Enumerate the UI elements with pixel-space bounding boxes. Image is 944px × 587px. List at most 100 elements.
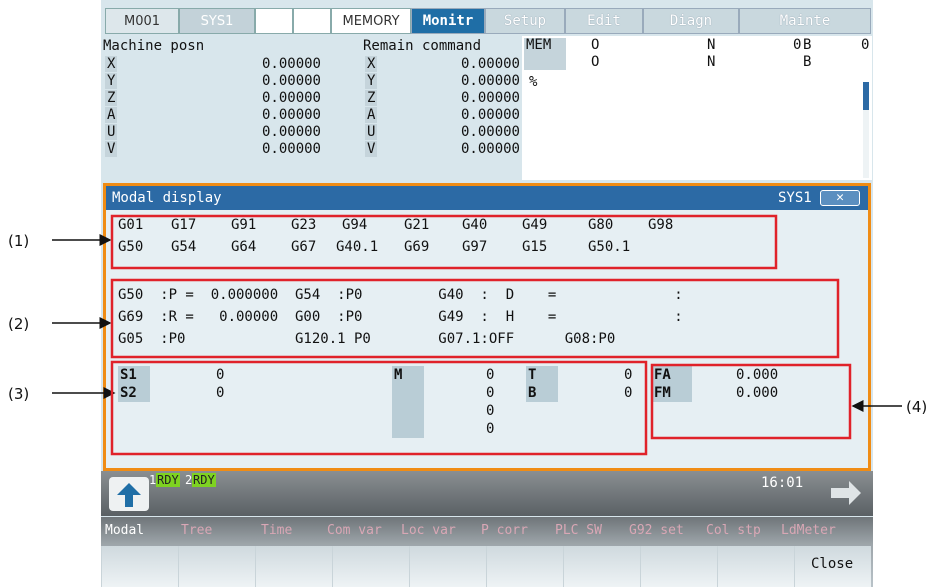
b-value: 0 bbox=[624, 385, 633, 401]
m-value: 0 bbox=[486, 421, 495, 437]
menu-item-ldmeter[interactable]: LdMeter bbox=[781, 523, 836, 538]
softkey-button[interactable] bbox=[717, 546, 794, 587]
tab-monitor[interactable]: Monitr bbox=[411, 8, 485, 34]
g-code: G80 bbox=[588, 217, 614, 233]
t-value: 0 bbox=[624, 367, 633, 383]
m-value: 0 bbox=[486, 367, 495, 383]
machine-posn-title: Machine posn bbox=[103, 38, 205, 54]
program-text: % bbox=[529, 74, 538, 90]
back-arrow-icon[interactable] bbox=[109, 477, 149, 511]
softkey-button[interactable] bbox=[486, 546, 563, 587]
next-arrow-icon[interactable] bbox=[823, 475, 867, 509]
callout-1: (1) bbox=[8, 232, 30, 250]
spindle-1-value: 0 bbox=[216, 367, 225, 383]
g-code: G50.1 bbox=[588, 239, 631, 255]
remain-axis-name: V bbox=[367, 141, 376, 157]
menu-item-g92-set[interactable]: G92 set bbox=[629, 523, 684, 538]
g-code: G15 bbox=[522, 239, 548, 255]
clock: 16:01 bbox=[761, 475, 804, 491]
tab-mainte[interactable]: Mainte bbox=[739, 8, 871, 34]
menu-item-tree[interactable]: Tree bbox=[181, 523, 212, 538]
b-label: B bbox=[803, 37, 812, 53]
softkey-button[interactable] bbox=[332, 546, 409, 587]
softkey-button[interactable] bbox=[563, 546, 640, 587]
b-value: 0 bbox=[861, 37, 870, 53]
g-code: G40.1 bbox=[336, 239, 379, 255]
menu-item-col-stp[interactable]: Col stp bbox=[706, 523, 761, 538]
machine-axis-value: 0.00000 bbox=[261, 56, 321, 72]
remain-axis-value: 0.00000 bbox=[460, 73, 520, 89]
g-code: G23 bbox=[291, 217, 317, 233]
b-label: B bbox=[528, 385, 537, 401]
g-code: G64 bbox=[231, 239, 257, 255]
remain-command-title: Remain command bbox=[363, 38, 482, 54]
g-code: G97 bbox=[462, 239, 488, 255]
remain-axis-name: Z bbox=[367, 90, 376, 106]
machine-axis-name: V bbox=[107, 141, 116, 157]
callout-4: (4) bbox=[906, 398, 928, 416]
g-code: G50 bbox=[118, 239, 144, 255]
m-label: M bbox=[394, 367, 403, 383]
close-icon[interactable]: ✕ bbox=[820, 190, 860, 206]
o-label-2: O bbox=[591, 54, 600, 70]
fa-label: FA bbox=[654, 367, 671, 383]
remain-axis-name: U bbox=[367, 124, 376, 140]
remain-axis-value: 0.00000 bbox=[460, 56, 520, 72]
remain-axis-value: 0.00000 bbox=[460, 141, 520, 157]
nc-screen: M001 SYS1 MEMORY Monitr Setup Edit Diagn… bbox=[101, 0, 873, 587]
fa-value: 0.000 bbox=[736, 367, 779, 383]
g-code: G69 bbox=[404, 239, 430, 255]
blank-indicator-2 bbox=[293, 8, 331, 34]
g-code: G91 bbox=[231, 217, 257, 233]
g-code: G54 bbox=[171, 239, 197, 255]
menu-item-loc-var[interactable]: Loc var bbox=[401, 523, 456, 538]
modal-params-row: G05 :P0 G120.1 P0 G07.1:OFF G08:P0 bbox=[118, 331, 616, 347]
ready-1-badge: RDY bbox=[156, 473, 180, 487]
modal-sys: SYS1 bbox=[778, 190, 812, 206]
g-code: G49 bbox=[522, 217, 548, 233]
callout-2: (2) bbox=[8, 315, 30, 333]
tab-diagn[interactable]: Diagn bbox=[643, 8, 739, 34]
spindle-2-label: S2 bbox=[120, 385, 137, 401]
part-system-indicator: M001 bbox=[105, 8, 179, 34]
g-code: G98 bbox=[648, 217, 674, 233]
mem-label: MEM bbox=[526, 37, 552, 53]
n-label: N bbox=[707, 37, 716, 53]
remain-axis-value: 0.00000 bbox=[460, 90, 520, 106]
fm-value: 0.000 bbox=[736, 385, 779, 401]
softkey-button[interactable] bbox=[640, 546, 717, 587]
g-code: G17 bbox=[171, 217, 197, 233]
machine-axis-name: Y bbox=[107, 73, 116, 89]
g-code: G94 bbox=[342, 217, 368, 233]
callout-3: (3) bbox=[8, 385, 30, 403]
machine-axis-value: 0.00000 bbox=[261, 73, 321, 89]
status-bar: 1 RDY 2 RDY 16:01 bbox=[101, 471, 873, 516]
machine-axis-value: 0.00000 bbox=[261, 141, 321, 157]
machine-axis-name: Z bbox=[107, 90, 116, 106]
menu-item-p-corr[interactable]: P corr bbox=[481, 523, 528, 538]
tab-setup[interactable]: Setup bbox=[485, 8, 565, 34]
g-code: G67 bbox=[291, 239, 317, 255]
machine-axis-value: 0.00000 bbox=[261, 124, 321, 140]
fm-label: FM bbox=[654, 385, 671, 401]
softkey-button[interactable] bbox=[255, 546, 332, 587]
softkey-button[interactable] bbox=[409, 546, 486, 587]
spindle-1-label: S1 bbox=[120, 367, 137, 383]
menu-item-plc-sw[interactable]: PLC SW bbox=[555, 523, 602, 538]
modal-title: Modal display bbox=[112, 190, 222, 206]
softkey-button[interactable] bbox=[178, 546, 255, 587]
modal-params-row: G50 :P = 0.000000 G54 :P0 G40 : D = : bbox=[118, 287, 683, 303]
menu-item-time[interactable]: Time bbox=[261, 523, 292, 538]
softkey-button[interactable] bbox=[101, 546, 178, 587]
remain-axis-value: 0.00000 bbox=[460, 107, 520, 123]
close-button-label[interactable]: Close bbox=[811, 555, 853, 573]
o-label: O bbox=[591, 37, 600, 53]
menu-item-com-var[interactable]: Com var bbox=[327, 523, 382, 538]
scrollbar[interactable] bbox=[863, 82, 869, 178]
modal-display-window: Modal display SYS1 ✕ G01 G17 G91 G23 G94 G21 G… bbox=[103, 183, 871, 471]
blank-indicator-1 bbox=[255, 8, 293, 34]
n-value: 0 bbox=[793, 37, 802, 53]
tab-edit[interactable]: Edit bbox=[565, 8, 643, 34]
menu-item-modal[interactable]: Modal bbox=[105, 523, 144, 538]
modal-title-bar: Modal display SYS1 ✕ bbox=[106, 186, 868, 210]
